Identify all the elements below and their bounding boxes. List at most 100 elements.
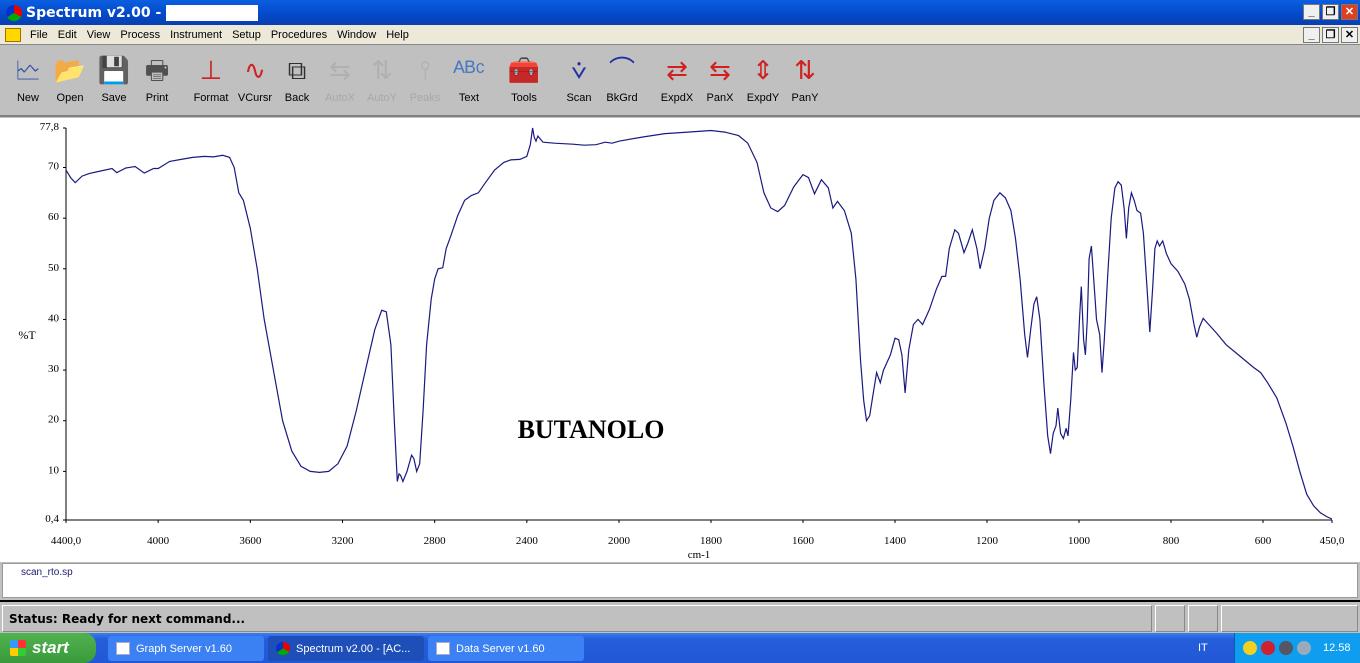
toolbar-label: Tools <box>511 92 537 104</box>
menu-file[interactable]: File <box>25 29 53 41</box>
autoy-button: ⇅ AutoY <box>360 52 404 104</box>
menu-setup[interactable]: Setup <box>227 29 266 41</box>
save-button[interactable]: 💾 Save <box>92 52 136 104</box>
x-tick-label: 3600 <box>239 535 262 547</box>
file-panel: scan_rto.sp <box>2 563 1358 598</box>
y-tick-label: 77,8 <box>40 121 60 133</box>
menu-view[interactable]: View <box>82 29 116 41</box>
x-tick-label: 1800 <box>700 535 723 547</box>
window-icon <box>116 642 130 655</box>
new-button[interactable]: 🗠 New <box>6 52 50 104</box>
x-tick-label: 2400 <box>516 535 539 547</box>
menu-help[interactable]: Help <box>381 29 414 41</box>
window-icon <box>436 642 450 655</box>
auto-x-icon: ⇆ <box>329 55 351 85</box>
menu-process[interactable]: Process <box>115 29 165 41</box>
clock[interactable]: 12.58 <box>1323 642 1351 654</box>
spectrum-line <box>65 127 1333 520</box>
status-panel-2 <box>1188 605 1218 632</box>
vcursr-button[interactable]: ∿ VCursr <box>233 52 277 104</box>
y-tick-label: 40 <box>48 312 60 324</box>
pany-button[interactable]: ⇅ PanY <box>783 52 827 104</box>
toolbar-label: AutoY <box>367 92 397 104</box>
bkgrd-button[interactable]: ⌒ BkGrd <box>600 52 644 104</box>
toolbar-label: Format <box>193 92 229 104</box>
spectrum-app-icon <box>276 642 290 655</box>
printer-icon: 🖶 <box>144 55 170 85</box>
antivirus-shield-icon[interactable] <box>1261 641 1275 655</box>
open-button[interactable]: 📂 Open <box>48 52 92 104</box>
y-axis-label: %T <box>18 328 36 342</box>
x-tick-label: 1000 <box>1068 535 1091 547</box>
toolbar-label: AutoX <box>325 92 355 104</box>
open-folder-icon: 📂 <box>53 55 87 85</box>
spectrum-chart[interactable]: 4400,0 4000 3600 3200 2800 2400 2000 1800 1600 14… <box>0 118 1360 562</box>
menu-edit[interactable]: Edit <box>53 29 82 41</box>
toolbox-icon: 🧰 <box>507 55 541 85</box>
menu-instrument[interactable]: Instrument <box>165 29 227 41</box>
spectrum-filename[interactable]: scan_rto.sp <box>21 567 73 578</box>
taskbar: start Graph Server v1.60 Spectrum v2.00 … <box>0 633 1360 663</box>
start-button[interactable]: start <box>0 633 96 663</box>
pan-y-icon: ⇅ <box>794 55 816 85</box>
minimize-button[interactable]: _ <box>1303 4 1320 20</box>
tools-button[interactable]: 🧰 Tools <box>502 52 546 104</box>
toolbar-label: Peaks <box>409 92 441 104</box>
format-button[interactable]: ⊥ Format <box>189 52 233 104</box>
language-indicator[interactable]: IT <box>1198 642 1208 654</box>
task-label: Graph Server v1.60 <box>136 642 232 655</box>
status-panel-1 <box>1155 605 1185 632</box>
task-data-server[interactable]: Data Server v1.60 <box>428 636 584 661</box>
toolbar-label: PanX <box>706 92 734 104</box>
toolbar-label: Save <box>101 92 127 104</box>
expdy-button[interactable]: ⇕ ExpdY <box>741 52 785 104</box>
y-tick-label: 20 <box>48 414 60 426</box>
title-bar: Spectrum v2.00 - _ ❐ ✕ <box>0 0 1360 25</box>
background-icon: ⌒ <box>608 55 635 85</box>
task-graph-server[interactable]: Graph Server v1.60 <box>108 636 264 661</box>
security-shield-icon[interactable] <box>1243 641 1257 655</box>
save-disk-icon: 💾 <box>97 55 131 85</box>
new-spectrum-icon: 🗠 <box>14 55 42 85</box>
child-restore-button[interactable]: ❐ <box>1322 27 1339 43</box>
task-spectrum[interactable]: Spectrum v2.00 - [AC... <box>268 636 424 661</box>
pan-x-icon: ⇆ <box>709 55 731 85</box>
network-connection-icon[interactable] <box>1297 641 1311 655</box>
close-button[interactable]: ✕ <box>1341 4 1358 20</box>
status-panel-3 <box>1221 605 1358 632</box>
toolbar: 🗠 New 📂 Open 💾 Save 🖶 Print ⊥ Format ∿ VCursr ⧉ Back ⇆… <box>0 46 1360 117</box>
status-text: Status: Ready for next command... <box>2 605 1152 632</box>
toolbar-label: PanY <box>791 92 819 104</box>
menu-procedures[interactable]: Procedures <box>266 29 332 41</box>
print-button[interactable]: 🖶 Print <box>135 52 179 104</box>
autox-button: ⇆ AutoX <box>318 52 362 104</box>
network-icon[interactable] <box>1279 641 1293 655</box>
x-tick-label: 2800 <box>424 535 447 547</box>
toolbar-label: ExpdX <box>660 92 694 104</box>
system-tray: 12.58 <box>1234 633 1360 663</box>
text-button[interactable]: ᴬᴮᶜ Text <box>447 52 491 104</box>
y-tick-label: 0,4 <box>45 513 59 525</box>
panx-button[interactable]: ⇆ PanX <box>698 52 742 104</box>
restore-button[interactable]: ❐ <box>1322 4 1339 20</box>
back-pages-icon: ⧉ <box>287 55 307 85</box>
toolbar-label: Back <box>284 92 310 104</box>
window-title: Spectrum v2.00 - <box>26 4 162 21</box>
expdx-button[interactable]: ⇄ ExpdX <box>655 52 699 104</box>
x-axis-label: cm-1 <box>688 549 711 561</box>
toolbar-label: BkGrd <box>606 92 638 104</box>
child-minimize-button[interactable]: _ <box>1303 27 1320 43</box>
child-close-button[interactable]: ✕ <box>1341 27 1358 43</box>
back-button[interactable]: ⧉ Back <box>275 52 319 104</box>
toolbar-label: Open <box>56 92 84 104</box>
peaks-button: ⫯ Peaks <box>403 52 447 104</box>
menu-window[interactable]: Window <box>332 29 381 41</box>
document-chart-icon[interactable] <box>5 27 21 42</box>
abc-text-icon: ᴬᴮᶜ <box>453 55 485 85</box>
chart-svg: 4400,0 4000 3600 3200 2800 2400 2000 1800 1600 14… <box>18 121 1345 561</box>
scan-button[interactable]: ⩒ Scan <box>557 52 601 104</box>
start-label: start <box>32 638 69 657</box>
x-tick-label: 2000 <box>608 535 631 547</box>
x-tick-label: 1600 <box>792 535 815 547</box>
y-tick-label: 50 <box>48 262 60 274</box>
